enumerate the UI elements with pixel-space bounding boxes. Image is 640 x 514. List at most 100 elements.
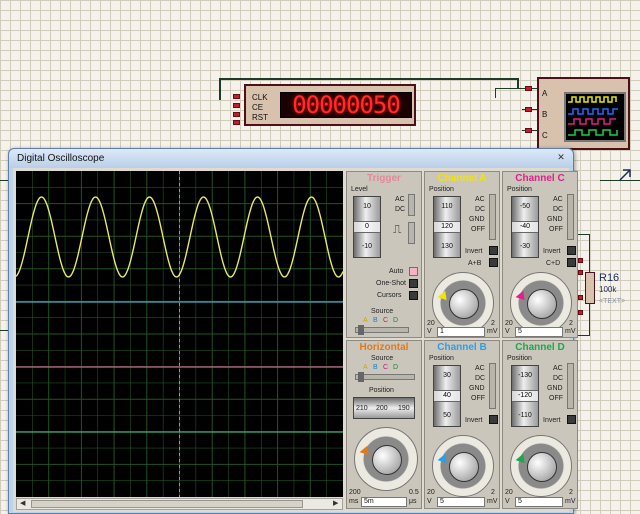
pin-label-rst: RST <box>252 113 268 122</box>
channel-a-add-label: A+B <box>468 260 482 267</box>
scroll-right-icon[interactable]: ▶ <box>333 499 338 509</box>
horizontal-source-c[interactable]: C <box>383 364 388 372</box>
channel-d-invert-button[interactable] <box>567 415 576 424</box>
channel-c-invert-button[interactable] <box>567 246 576 255</box>
horizontal-scrollbar[interactable]: ◀ ▶ <box>16 498 343 510</box>
trigger-level-wheel[interactable]: 10 0 -10 <box>353 196 381 258</box>
horizontal-source-a[interactable]: A <box>363 364 368 372</box>
resistor-name: R16 <box>599 272 620 284</box>
horizontal-source-b[interactable]: B <box>373 364 378 372</box>
channel-d-panel: Channel D Position -130 -120 -110 AC DC … <box>502 340 578 509</box>
slider-thumb[interactable] <box>358 372 364 382</box>
channel-b-volts-field[interactable]: 5 <box>437 497 485 507</box>
coupling-ac: AC <box>553 365 563 372</box>
coupling-gnd: GND <box>547 216 563 223</box>
wheel-value: -10 <box>361 243 373 250</box>
unit-right: mV <box>565 498 576 505</box>
resistor-value: 100k <box>599 285 617 294</box>
trigger-oneshot-button[interactable] <box>409 279 418 288</box>
wire <box>589 304 590 336</box>
coupling-off: OFF <box>549 226 563 233</box>
wheel-value: -30 <box>519 243 531 250</box>
channel-b-coupling-switch[interactable] <box>489 363 496 409</box>
scale-left: 20 <box>505 489 513 496</box>
scale-right: 0.5 <box>409 489 419 496</box>
channel-a-volts-knob[interactable] <box>432 272 494 334</box>
channel-c-volts-knob[interactable] <box>510 272 572 334</box>
scrollbar-thumb[interactable] <box>31 500 303 508</box>
trigger-cursors-button[interactable] <box>409 291 418 300</box>
knob-cap <box>372 445 402 475</box>
knob-cap <box>449 452 479 482</box>
oscilloscope-window[interactable]: Digital Oscilloscope ✕ ◀ ▶ Trigger Level… <box>8 148 578 514</box>
channel-c-coupling-switch[interactable] <box>567 194 574 240</box>
channel-a-invert-label: Invert <box>465 248 483 255</box>
ruler-value: 190 <box>398 405 410 412</box>
knob-cap <box>527 289 557 319</box>
trigger-ac-label: AC <box>395 196 405 203</box>
unit-right: mV <box>487 498 498 505</box>
horizontal-source-d[interactable]: D <box>393 364 398 372</box>
horizontal-source-slider[interactable] <box>355 372 415 382</box>
channel-d-coupling-switch[interactable] <box>567 363 574 409</box>
channel-c-position-wheel[interactable]: -50 -40 -30 <box>511 196 539 258</box>
trigger-coupling-switch[interactable] <box>408 194 415 216</box>
wire <box>219 78 221 100</box>
oscilloscope-component[interactable]: A B C <box>537 77 630 150</box>
horizontal-position-ruler[interactable]: 210 200 190 <box>353 397 415 419</box>
trigger-dc-label: DC <box>395 206 406 213</box>
channel-b-position-wheel[interactable]: 30 40 50 <box>433 365 461 427</box>
wheel-value: 110 <box>441 203 453 210</box>
channel-a-add-button[interactable] <box>489 258 498 267</box>
probe-arrow-icon <box>618 168 632 182</box>
trigger-oneshot-label: One-Shot <box>376 280 406 287</box>
channel-a-position-wheel[interactable]: 110 120 130 <box>433 196 461 258</box>
channel-a-volts-field[interactable]: 1 <box>437 327 485 337</box>
coupling-dc: DC <box>553 206 564 213</box>
trigger-source-b[interactable]: B <box>373 317 378 325</box>
coupling-ac: AC <box>475 196 485 203</box>
trigger-source-d[interactable]: D <box>393 317 398 325</box>
unit-left: V <box>427 498 432 505</box>
resistor-text: <TEXT> <box>599 298 626 305</box>
channel-c-volts-field[interactable]: 5 <box>515 327 563 337</box>
wire <box>0 330 8 331</box>
channel-a-invert-button[interactable] <box>489 246 498 255</box>
close-icon[interactable]: ✕ <box>555 152 567 163</box>
horizontal-time-field[interactable]: 5m <box>361 497 407 507</box>
trigger-source-c[interactable]: C <box>383 317 388 325</box>
scale-right: 2 <box>491 489 495 496</box>
trigger-auto-button[interactable] <box>409 267 418 276</box>
slider-thumb[interactable] <box>358 325 364 335</box>
coupling-ac: AC <box>553 196 563 203</box>
horizontal-time-knob[interactable] <box>354 427 418 491</box>
titlebar[interactable]: Digital Oscilloscope ✕ <box>9 149 573 168</box>
trigger-edge-switch[interactable] <box>408 222 415 244</box>
channel-d-position-wheel[interactable]: -130 -120 -110 <box>511 365 539 427</box>
wheel-value: -120 <box>512 390 538 402</box>
coupling-gnd: GND <box>547 385 563 392</box>
pin-label-ce: CE <box>252 103 264 112</box>
horizontal-source-label: Source <box>371 355 394 362</box>
trigger-edge-icon[interactable]: ⎍ <box>393 223 401 235</box>
channel-a-coupling-switch[interactable] <box>489 194 496 240</box>
channel-d-volts-knob[interactable] <box>510 435 572 497</box>
ruler-value: 210 <box>356 405 368 412</box>
scope-input-b: B <box>542 110 548 119</box>
coupling-off: OFF <box>471 395 485 402</box>
resistor-r16[interactable] <box>585 272 595 304</box>
scroll-left-icon[interactable]: ◀ <box>20 499 25 509</box>
window-client: ◀ ▶ Trigger Level 10 0 -10 AC DC ⎍ Auto … <box>13 168 578 512</box>
channel-b-volts-knob[interactable] <box>432 435 494 497</box>
trigger-source-slider[interactable] <box>355 325 409 335</box>
trigger-title: Trigger <box>367 173 401 184</box>
channel-a-title: Channel A <box>437 173 487 184</box>
channel-b-invert-button[interactable] <box>489 415 498 424</box>
scale-left: 20 <box>427 320 435 327</box>
channel-d-volts-field[interactable]: 5 <box>515 497 563 507</box>
channel-c-add-button[interactable] <box>567 258 576 267</box>
trigger-source-a[interactable]: A <box>363 317 368 325</box>
counter-component[interactable]: CLK CE RST 00000050 <box>244 84 416 126</box>
trigger-level-label: Level <box>351 186 368 193</box>
horizontal-title: Horizontal <box>359 342 409 353</box>
